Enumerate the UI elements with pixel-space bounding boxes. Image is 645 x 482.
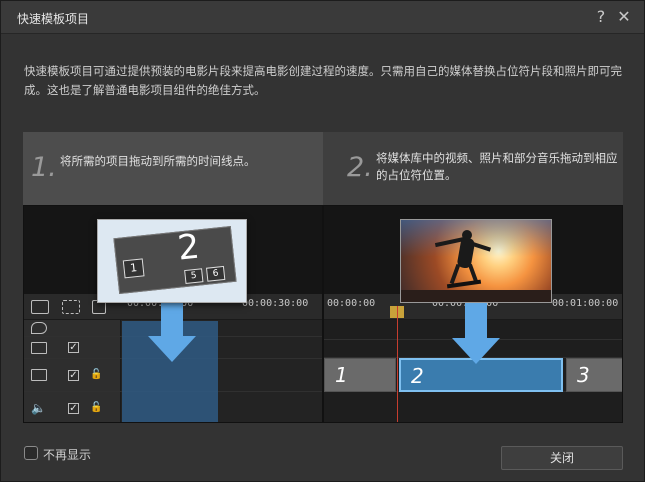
step-2-number: 2. xyxy=(347,152,373,183)
video-track-icon xyxy=(31,369,47,381)
dont-show-again-label: 不再显示 xyxy=(43,448,92,462)
checkbox-icon: ✓ xyxy=(68,403,79,414)
skater-photo-thumbnail xyxy=(400,219,552,303)
step-2: 2. 将媒体库中的视频、照片和部分音乐拖动到相应的占位符位置。 xyxy=(323,132,623,205)
arrow-down-head xyxy=(148,336,196,362)
template-number-2: 2 xyxy=(175,226,202,269)
right-ruler-end: 00:01:00:00 xyxy=(552,298,619,309)
speech-bubble-icon xyxy=(31,322,47,334)
template-number-1: 1 xyxy=(122,258,145,279)
template-thumbnail: 2 1 5 6 xyxy=(97,219,247,303)
title-bar: 快速模板项目 ? ✕ xyxy=(1,1,644,34)
checkbox-icon: ✓ xyxy=(68,342,79,353)
left-illustration-panel: 00:00:00:00 00:00:30:00 ✓ ✓ 🔓 🔈 ✓ 🔓 xyxy=(23,205,323,423)
arrow-down-head xyxy=(452,338,500,364)
lock-icon: 🔓 xyxy=(90,369,103,380)
step-2-text: 将媒体库中的视频、照片和部分音乐拖动到相应的占位符位置。 xyxy=(376,151,618,182)
quick-template-dialog: 快速模板项目 ? ✕ 快速模板项目可通过提供预装的电影片段来提高电影创建过程的速… xyxy=(0,0,645,482)
effect-track-icon xyxy=(31,342,47,354)
placeholder-clip-3: 3 xyxy=(566,358,622,392)
checkbox-icon: ✓ xyxy=(68,370,79,381)
lock-icon: 🔓 xyxy=(90,402,103,413)
timeline-view-icon xyxy=(31,300,49,314)
help-icon[interactable]: ? xyxy=(591,7,611,27)
description-text: 快速模板项目可通过提供预装的电影片段来提高电影创建过程的速度。只需用自己的媒体替… xyxy=(24,64,622,97)
steps-banner: 1. 将所需的项目拖动到所需的时间线点。 2. 将媒体库中的视频、照片和部分音乐… xyxy=(23,132,623,205)
step-1-text: 将所需的项目拖动到所需的时间线点。 xyxy=(60,154,256,168)
right-illustration-panel: 00:00:00 00:00:30:00 00:01:00:00 1 2 3 xyxy=(323,205,623,423)
placeholder-clip-1: 1 xyxy=(324,358,396,392)
template-card: 2 1 5 6 xyxy=(113,225,237,295)
close-button[interactable]: 关闭 xyxy=(501,446,623,470)
dont-show-again-checkbox[interactable] xyxy=(24,446,38,460)
left-ruler-end: 00:00:30:00 xyxy=(242,298,309,309)
close-icon[interactable]: ✕ xyxy=(614,7,634,27)
right-track-4 xyxy=(324,392,622,422)
template-number-6: 6 xyxy=(205,265,226,282)
template-number-5: 5 xyxy=(184,268,204,285)
storyboard-icon xyxy=(62,300,80,314)
right-ruler-start: 00:00:00 xyxy=(327,298,376,309)
speaker-icon: 🔈 xyxy=(31,401,46,415)
playhead-line xyxy=(397,306,398,422)
step-1: 1. 将所需的项目拖动到所需的时间线点。 xyxy=(23,132,323,205)
step-1-number: 1. xyxy=(31,152,57,183)
arrow-down-icon xyxy=(465,298,487,338)
window-title: 快速模板项目 xyxy=(17,12,90,26)
